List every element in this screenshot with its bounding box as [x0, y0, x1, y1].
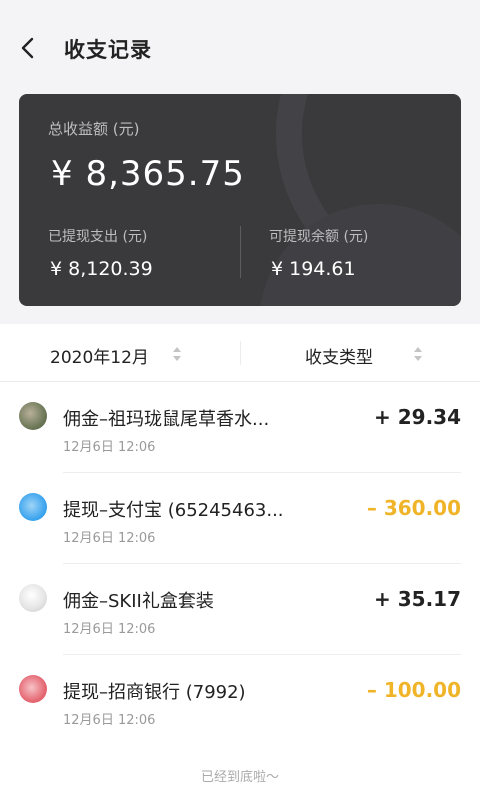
- record-time: 12月6日 12:06: [63, 622, 156, 637]
- record-time: 12月6日 12:06: [63, 440, 156, 455]
- record-title: 佣金–SKII礼盒套装: [63, 591, 214, 612]
- end-of-list-text: 已经到底啦～: [200, 770, 279, 785]
- record-time: 12月6日 12:06: [63, 531, 156, 546]
- record-row[interactable]: 佣金–SKII礼盒套装 12月6日 12:06 + 35.17: [0, 564, 480, 655]
- month-filter-label: 2020年12月: [50, 348, 149, 368]
- record-title: 提现–支付宝 (65245463...: [63, 500, 284, 521]
- records-list: 佣金–祖玛珑鼠尾草香水... 12月6日 12:06 + 29.34 提现–支付…: [0, 382, 480, 800]
- sort-arrows-icon: [414, 347, 422, 361]
- withdrawn-label: 已提现支出 (元): [48, 229, 148, 245]
- record-title: 提现–招商银行 (7992): [63, 682, 246, 703]
- type-filter[interactable]: 收支类型: [240, 324, 480, 382]
- record-row[interactable]: 提现–支付宝 (65245463... 12月6日 12:06 – 360.00: [0, 473, 480, 564]
- available-balance-value: ¥ 194.61: [271, 258, 356, 280]
- record-amount: + 29.34: [374, 405, 461, 429]
- record-row[interactable]: 佣金–祖玛珑鼠尾草香水... 12月6日 12:06 + 29.34: [0, 382, 480, 473]
- record-title: 佣金–祖玛珑鼠尾草香水...: [63, 409, 270, 430]
- cmb-bank-logo-icon: [19, 675, 47, 703]
- product-thumbnail-icon: [19, 584, 47, 612]
- record-amount: – 360.00: [366, 496, 461, 520]
- total-earnings-label: 总收益额 (元): [48, 120, 140, 138]
- available-balance-label: 可提现余额 (元): [269, 229, 369, 245]
- top-bar: 收支记录: [0, 0, 480, 76]
- alipay-logo-icon: [19, 493, 47, 521]
- record-time: 12月6日 12:06: [63, 713, 156, 728]
- total-earnings-value: ¥ 8,365.75: [51, 154, 245, 194]
- record-amount: – 100.00: [366, 678, 461, 702]
- earnings-summary-card: 总收益额 (元) ¥ 8,365.75 已提现支出 (元) ¥ 8,120.39…: [19, 94, 461, 306]
- record-row[interactable]: 提现–招商银行 (7992) 12月6日 12:06 – 100.00: [0, 655, 480, 746]
- sort-arrows-icon: [173, 347, 181, 361]
- chevron-left-icon[interactable]: [18, 36, 38, 60]
- product-thumbnail-icon: [19, 402, 47, 430]
- record-amount: + 35.17: [374, 587, 461, 611]
- filter-bar: 2020年12月 收支类型: [0, 324, 480, 382]
- withdrawn-value: ¥ 8,120.39: [50, 258, 153, 280]
- card-divider: [240, 226, 241, 278]
- month-filter[interactable]: 2020年12月: [0, 324, 240, 382]
- page-title: 收支记录: [64, 38, 152, 62]
- type-filter-label: 收支类型: [305, 348, 373, 368]
